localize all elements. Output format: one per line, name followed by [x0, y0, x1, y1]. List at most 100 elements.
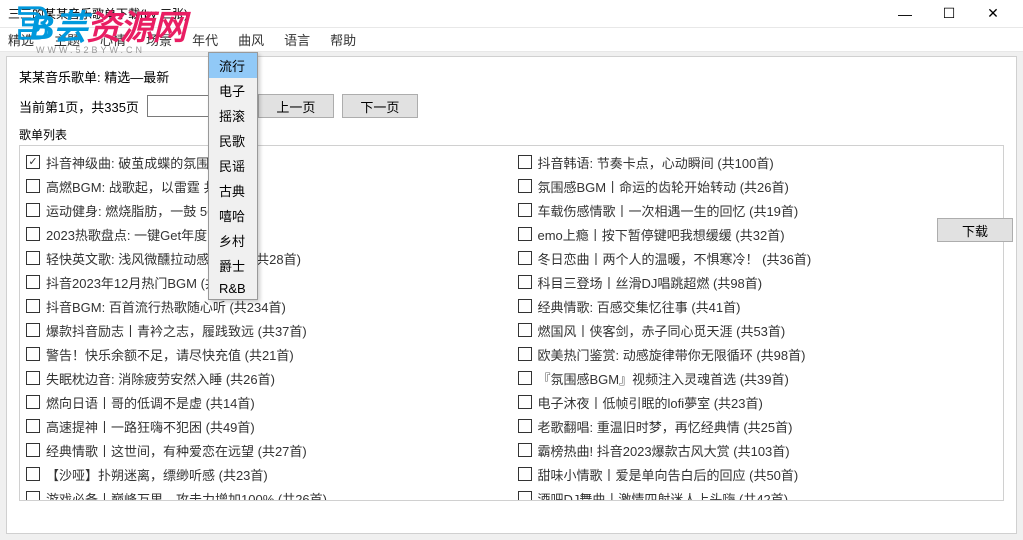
minimize-button[interactable]: — [883, 0, 927, 28]
list-item-text: 抖音韩语: 节奏卡点，心动瞬间 (共100首) [538, 153, 774, 172]
list-item[interactable]: 科目三登场丨丝滑DJ唱跳超燃 (共98首) [518, 270, 998, 294]
checkbox[interactable] [26, 323, 40, 337]
list-item-text: 运动健身: 燃烧脂肪，一鼓 56首) [46, 201, 232, 220]
checkbox[interactable] [518, 443, 532, 457]
checkbox[interactable] [518, 467, 532, 481]
menu-item-0[interactable]: 精选 [4, 28, 38, 51]
list-item-text: 经典情歌: 百感交集忆往事 (共41首) [538, 297, 741, 316]
list-item[interactable]: 失眠枕边音: 消除疲劳安然入睡 (共26首) [26, 366, 506, 390]
list-item[interactable]: 【沙哑】扑朔迷离，缥缈听感 (共23首) [26, 462, 506, 486]
menu-item-1[interactable]: 主题 [50, 28, 84, 51]
checkbox[interactable] [26, 179, 40, 193]
list-item[interactable]: 燃向日语丨哥的低调不是虚 (共14首) [26, 390, 506, 414]
checkbox[interactable] [518, 227, 532, 241]
list-item-text: 欧美热门鉴赏: 动感旋律带你无限循环 (共98首) [538, 345, 806, 364]
checkbox[interactable] [518, 203, 532, 217]
checkbox[interactable] [518, 419, 532, 433]
list-label: 歌单列表 [19, 126, 1004, 143]
list-item[interactable]: 2023热歌盘点: 一键Get年度 56首) [26, 222, 506, 246]
checkbox[interactable] [518, 395, 532, 409]
style-dropdown: 流行电子摇滚民歌民谣古典嘻哈乡村爵士R&B [208, 52, 258, 300]
menu-item-6[interactable]: 语言 [280, 28, 314, 51]
list-item[interactable]: 经典情歌: 百感交集忆往事 (共41首) [518, 294, 998, 318]
checkbox[interactable] [26, 227, 40, 241]
list-item-text: 【沙哑】扑朔迷离，缥缈听感 (共23首) [46, 465, 268, 484]
dropdown-item[interactable]: 流行 [209, 53, 257, 78]
list-item[interactable]: 轻快英文歌: 浅风微醺拉动感觉氛围 (共28首) [26, 246, 506, 270]
close-button[interactable]: ✕ [971, 0, 1015, 28]
dropdown-item[interactable]: 电子 [209, 78, 257, 103]
next-page-button[interactable]: 下一页 [342, 94, 418, 118]
menu-item-4[interactable]: 年代 [188, 28, 222, 51]
list-item[interactable]: 燃国风丨侠客剑，赤子同心觅天涯 (共53首) [518, 318, 998, 342]
list-item-text: 酒吧DJ舞曲丨激情四射迷人上头嗨 (共42首) [538, 489, 789, 502]
checkbox[interactable] [26, 251, 40, 265]
dropdown-item[interactable]: 摇滚 [209, 103, 257, 128]
header-title: 某某音乐歌单: 精选—最新 [19, 67, 1004, 86]
list-item[interactable]: 车载伤感情歌丨一次相遇一生的回忆 (共19首) [518, 198, 998, 222]
checkbox[interactable] [26, 395, 40, 409]
checkbox[interactable] [518, 347, 532, 361]
checkbox[interactable] [26, 419, 40, 433]
checkbox[interactable] [26, 371, 40, 385]
list-item[interactable]: 老歌翻唱: 重温旧时梦，再忆经典情 (共25首) [518, 414, 998, 438]
download-button[interactable]: 下载 [937, 218, 1013, 242]
maximize-button[interactable]: ☐ [927, 0, 971, 28]
checkbox[interactable] [26, 467, 40, 481]
dropdown-item[interactable]: R&B [209, 278, 257, 299]
list-item-text: 轻快英文歌: 浅风微醺拉动感觉氛围 (共28首) [46, 249, 301, 268]
list-item-text: 电子沐夜丨低帧引眠的lofi夢室 (共23首) [538, 393, 763, 412]
list-item[interactable]: 高燃BGM: 战歌起，以雷霆 共21首) [26, 174, 506, 198]
list-item[interactable]: 抖音神级曲: 破茧成蝶的氛围 首) [26, 150, 506, 174]
dropdown-item[interactable]: 民谣 [209, 153, 257, 178]
list-item[interactable]: 爆款抖音励志丨青衿之志，履践致远 (共37首) [26, 318, 506, 342]
list-item-text: emo上瘾丨按下暂停键吧我想缓缓 (共32首) [538, 225, 785, 244]
window-title: 三三的某某音乐歌单下载(by 三张) [8, 5, 883, 22]
checkbox[interactable] [518, 155, 532, 169]
checkbox[interactable] [518, 323, 532, 337]
list-item[interactable]: 警告！快乐余额不足，请尽快充值 (共21首) [26, 342, 506, 366]
checkbox[interactable] [26, 203, 40, 217]
list-item[interactable]: 运动健身: 燃烧脂肪，一鼓 56首) [26, 198, 506, 222]
dropdown-item[interactable]: 爵士 [209, 253, 257, 278]
list-item[interactable]: 电子沐夜丨低帧引眠的lofi夢室 (共23首) [518, 390, 998, 414]
dropdown-item[interactable]: 乡村 [209, 228, 257, 253]
dropdown-item[interactable]: 古典 [209, 178, 257, 203]
list-item[interactable]: 酒吧DJ舞曲丨激情四射迷人上头嗨 (共42首) [518, 486, 998, 501]
checkbox[interactable] [518, 251, 532, 265]
list-item[interactable]: 经典情歌丨这世间，有种爱恋在远望 (共27首) [26, 438, 506, 462]
checkbox[interactable] [26, 443, 40, 457]
list-item-text: 『氛围感BGM』视频注入灵魂首选 (共39首) [538, 369, 789, 388]
dropdown-item[interactable]: 嘻哈 [209, 203, 257, 228]
checkbox[interactable] [518, 179, 532, 193]
checkbox[interactable] [518, 299, 532, 313]
list-item[interactable]: 欧美热门鉴赏: 动感旋律带你无限循环 (共98首) [518, 342, 998, 366]
checkbox[interactable] [518, 371, 532, 385]
checkbox[interactable] [26, 299, 40, 313]
list-item-text: 警告！快乐余额不足，请尽快充值 (共21首) [46, 345, 294, 364]
checkbox[interactable] [26, 347, 40, 361]
list-item[interactable]: 高速提神丨一路狂嗨不犯困 (共49首) [26, 414, 506, 438]
pager-info: 当前第1页，共335页 [19, 97, 139, 116]
checkbox[interactable] [26, 155, 40, 169]
list-item[interactable]: 霸榜热曲! 抖音2023爆款古风大赏 (共103首) [518, 438, 998, 462]
menu-item-3[interactable]: 场景 [142, 28, 176, 51]
menu-item-7[interactable]: 帮助 [326, 28, 360, 51]
checkbox[interactable] [518, 491, 532, 501]
prev-page-button[interactable]: 上一页 [258, 94, 334, 118]
list-item[interactable]: 氛围感BGM丨命运的齿轮开始转动 (共26首) [518, 174, 998, 198]
menu-item-5[interactable]: 曲风 [234, 28, 268, 51]
list-item[interactable]: 『氛围感BGM』视频注入灵魂首选 (共39首) [518, 366, 998, 390]
list-item[interactable]: 游戏必备丨巅峰万里，攻击力增加100% (共26首) [26, 486, 506, 501]
list-item[interactable]: 抖音BGM: 百首流行热歌随心听 (共234首) [26, 294, 506, 318]
list-item[interactable]: 抖音韩语: 节奏卡点，心动瞬间 (共100首) [518, 150, 998, 174]
list-item[interactable]: emo上瘾丨按下暂停键吧我想缓缓 (共32首) [518, 222, 998, 246]
checkbox[interactable] [26, 275, 40, 289]
list-item[interactable]: 冬日恋曲丨两个人的温暖，不惧寒冷！ (共36首) [518, 246, 998, 270]
checkbox[interactable] [518, 275, 532, 289]
list-item[interactable]: 抖音2023年12月热门BGM (共33首) [26, 270, 506, 294]
menu-item-2[interactable]: 心情 [96, 28, 130, 51]
checkbox[interactable] [26, 491, 40, 501]
list-item[interactable]: 甜味小情歌丨爱是单向告白后的回应 (共50首) [518, 462, 998, 486]
dropdown-item[interactable]: 民歌 [209, 128, 257, 153]
